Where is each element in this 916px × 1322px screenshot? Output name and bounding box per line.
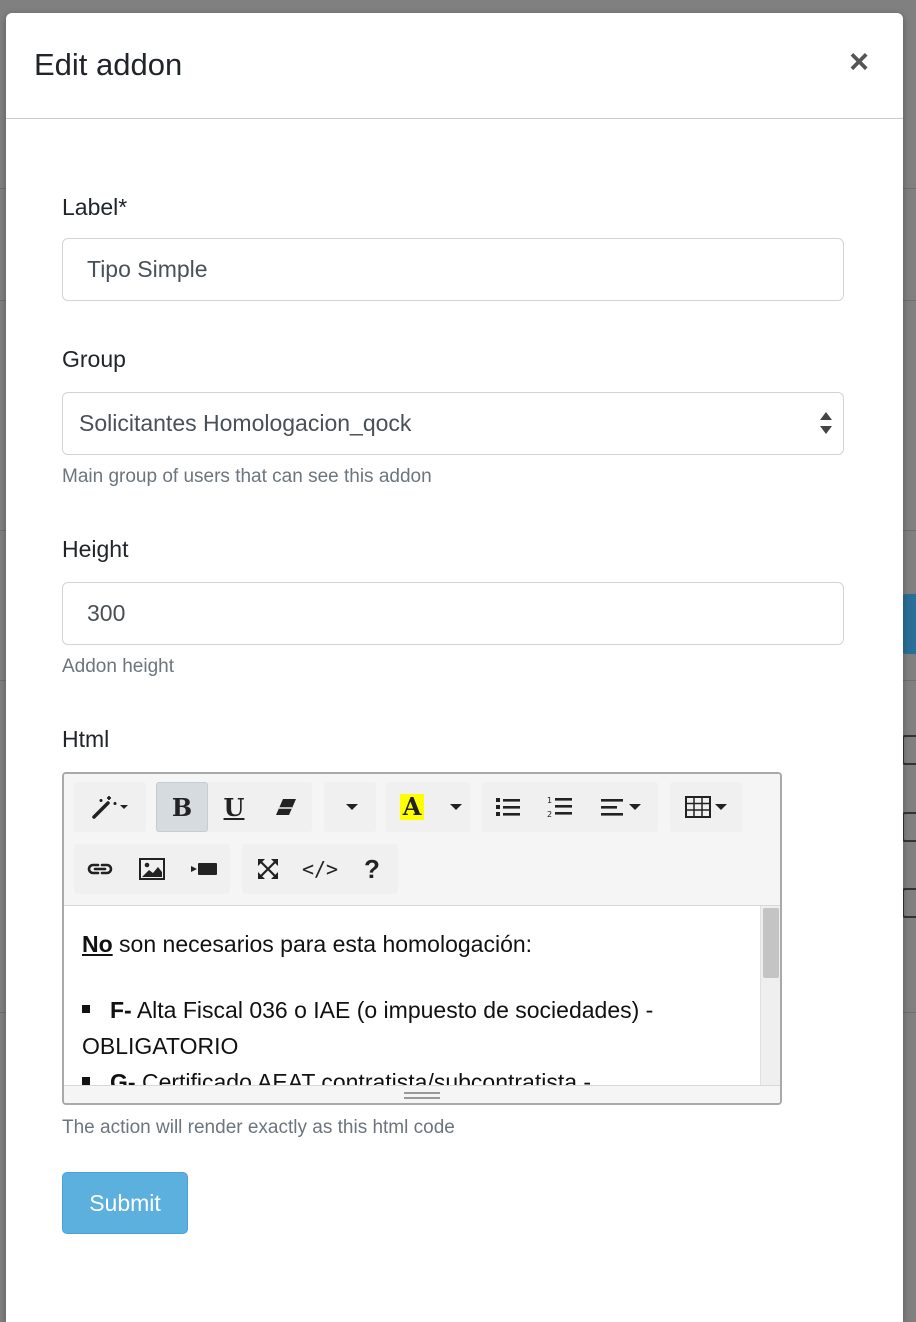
- toolbar-group-view: </> ?: [242, 844, 398, 894]
- chevron-down-icon: [346, 804, 358, 810]
- toolbar-group-insert: [74, 844, 230, 894]
- question-icon: ?: [364, 853, 380, 884]
- group-help-text: Main group of users that can see this ad…: [62, 466, 432, 487]
- toolbar-group-font: B U: [156, 782, 312, 832]
- image-icon: [139, 858, 165, 880]
- bold-icon: B: [171, 792, 193, 822]
- color-dropdown-button[interactable]: [438, 782, 470, 832]
- backdrop-button: [902, 594, 916, 654]
- submit-button[interactable]: Submit: [62, 1172, 188, 1234]
- backdrop-trash-icon: [902, 888, 916, 918]
- video-icon: [191, 863, 217, 875]
- ordered-list-button[interactable]: 1 2: [534, 782, 586, 832]
- group-select[interactable]: Solicitantes Homologacion_qock: [62, 392, 844, 455]
- toolbar-group-color: A: [386, 782, 470, 832]
- code-icon: </>: [301, 857, 339, 881]
- help-button[interactable]: ?: [346, 844, 398, 894]
- content-intro-text: son necesarios para esta homologación:: [112, 931, 533, 957]
- backdrop-trash-icon: [902, 812, 916, 842]
- editor-scrollbar[interactable]: [760, 906, 780, 1087]
- font-color-icon: A: [399, 794, 425, 820]
- toolbar-group-paragraph: 1 2: [482, 782, 658, 832]
- editor-toolbar: B U A 1 2 </> ?: [64, 774, 780, 906]
- html-editor: B U A 1 2 </> ? No son necesarios para e…: [62, 772, 782, 1105]
- content-intro: No son necesarios para esta homologación…: [82, 926, 744, 962]
- chevron-down-icon: [715, 804, 727, 810]
- font-size-dropdown-button[interactable]: [324, 782, 376, 832]
- edit-addon-modal: Edit addon × Label* Tipo Simple Group So…: [6, 13, 903, 1322]
- list-item: F- Alta Fiscal 036 o IAE (o impuesto de …: [82, 992, 744, 1064]
- eraser-button[interactable]: [260, 782, 312, 832]
- modal-header: Edit addon ×: [6, 13, 903, 119]
- fullscreen-icon: [258, 859, 278, 879]
- html-field-label: Html: [62, 726, 110, 752]
- editor-content[interactable]: No son necesarios para esta homologación…: [64, 906, 762, 1089]
- eraser-icon: [276, 799, 296, 815]
- chevron-down-icon: [629, 804, 641, 810]
- paragraph-align-button[interactable]: [586, 782, 656, 832]
- label-field-label: Label*: [62, 194, 128, 220]
- editor-scrollbar-thumb[interactable]: [763, 908, 779, 978]
- link-button[interactable]: [74, 844, 126, 894]
- backdrop-trash-icon: [902, 735, 916, 765]
- resize-grip-icon: [404, 1092, 440, 1099]
- chevron-down-icon: [450, 804, 462, 810]
- font-color-button[interactable]: A: [386, 782, 438, 832]
- svg-text:2: 2: [547, 810, 552, 819]
- table-button[interactable]: [670, 782, 742, 832]
- html-help-text: The action will render exactly as this h…: [62, 1117, 455, 1138]
- table-icon: [685, 796, 711, 818]
- toolbar-group-style: [74, 782, 146, 832]
- bullet-icon: [82, 1076, 90, 1085]
- link-icon: [87, 863, 113, 875]
- label-input[interactable]: Tipo Simple: [62, 238, 844, 301]
- height-help-text: Addon height: [62, 656, 174, 677]
- group-field-label: Group: [62, 346, 126, 372]
- height-input[interactable]: 300: [62, 582, 844, 645]
- list-item-bold: F-: [110, 997, 132, 1023]
- numbered-list-icon: 1 2: [547, 796, 572, 819]
- content-list: F- Alta Fiscal 036 o IAE (o impuesto de …: [82, 992, 744, 1089]
- toolbar-group-table: [670, 782, 742, 832]
- underline-button[interactable]: U: [208, 782, 260, 832]
- modal-title: Edit addon: [34, 47, 183, 82]
- content-intro-bold: No: [82, 931, 113, 957]
- code-view-button[interactable]: </>: [294, 844, 346, 894]
- image-button[interactable]: [126, 844, 178, 894]
- bullet-list-icon: [496, 798, 520, 816]
- select-arrows-icon: [819, 409, 833, 437]
- fullscreen-button[interactable]: [242, 844, 294, 894]
- underline-icon: U: [223, 792, 245, 822]
- bullet-icon: [82, 1004, 90, 1013]
- magic-wand-icon: [92, 796, 128, 819]
- group-select-value: Solicitantes Homologacion_qock: [79, 410, 412, 436]
- svg-text:1: 1: [547, 796, 552, 805]
- list-item-text: Alta Fiscal 036 o IAE (o impuesto de soc…: [82, 997, 654, 1059]
- toolbar-group-fontsize: [324, 782, 376, 832]
- video-button[interactable]: [178, 844, 230, 894]
- bold-button[interactable]: B: [156, 782, 208, 832]
- unordered-list-button[interactable]: [482, 782, 534, 832]
- magic-wand-style-button[interactable]: [74, 782, 146, 832]
- editor-resize-bar[interactable]: [64, 1085, 780, 1103]
- align-left-icon: [601, 799, 623, 816]
- close-button[interactable]: ×: [845, 45, 873, 79]
- height-field-label: Height: [62, 536, 129, 562]
